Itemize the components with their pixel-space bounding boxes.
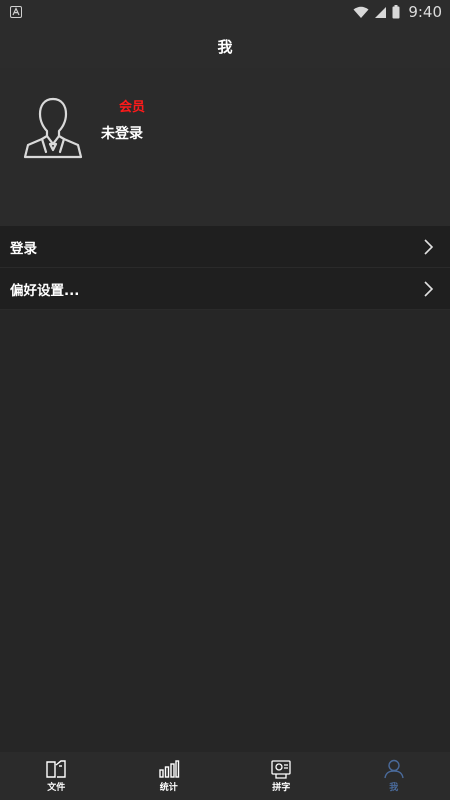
app-header: 我 [0, 24, 450, 68]
tab-label: 文件 [47, 783, 66, 793]
menu-item-label: 偏好设置... [10, 282, 80, 299]
menu-item-login[interactable]: 登录 [0, 226, 450, 268]
tab-label: 统计 [159, 783, 178, 793]
user-avatar-icon[interactable] [20, 96, 86, 160]
a-badge-icon [10, 6, 22, 18]
tab-stats[interactable]: 统计 [113, 752, 225, 800]
tab-puzzle[interactable]: 拼字 [225, 752, 337, 800]
signal-icon [375, 6, 387, 18]
chevron-right-icon [424, 280, 434, 297]
tab-me[interactable]: 我 [338, 752, 450, 800]
settings-menu: 登录 偏好设置... [0, 226, 450, 310]
member-badge[interactable]: 会员 [119, 96, 145, 115]
bottom-nav: 文件 统计 拼字 我 [0, 752, 450, 800]
menu-item-label: 登录 [10, 240, 37, 257]
wifi-icon [353, 6, 369, 18]
login-status-text: 未登录 [101, 126, 143, 142]
tab-files[interactable]: 文件 [0, 752, 112, 800]
bar-chart-icon [159, 760, 179, 778]
puzzle-icon [271, 760, 291, 779]
profile-section: 会员 未登录 [0, 68, 450, 226]
menu-item-preferences[interactable]: 偏好设置... [0, 268, 450, 310]
file-icon [46, 760, 66, 778]
status-bar: 9:40 [0, 0, 450, 24]
person-icon [384, 759, 404, 779]
tab-label: 我 [389, 783, 399, 793]
tab-label: 拼字 [272, 783, 291, 793]
page-title: 我 [217, 37, 233, 56]
chevron-right-icon [424, 238, 434, 255]
status-time: 9:40 [408, 3, 442, 21]
battery-icon [392, 5, 400, 19]
